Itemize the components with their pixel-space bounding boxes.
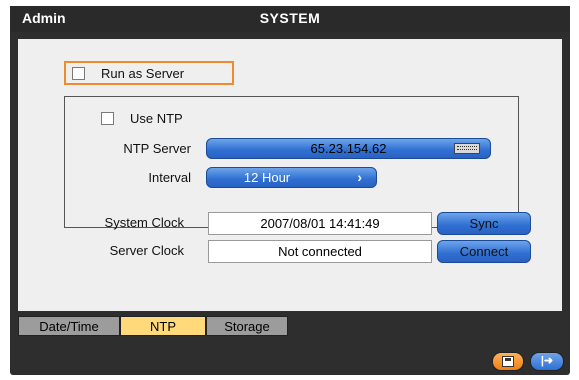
ntp-group: Use NTP NTP Server 65.23.154.62 Interval… (64, 96, 519, 228)
system-clock-field: 2007/08/01 14:41:49 (208, 212, 432, 235)
system-window: Admin SYSTEM Run as Server Use NTP NTP S… (10, 6, 570, 375)
title-bar: Admin SYSTEM (10, 6, 570, 32)
save-button[interactable] (492, 352, 524, 371)
tab-storage[interactable]: Storage (206, 316, 288, 336)
ntp-server-label: NTP Server (123, 141, 191, 156)
ntp-server-value: 65.23.154.62 (310, 141, 387, 156)
use-ntp-checkbox[interactable] (101, 112, 114, 125)
use-ntp-option[interactable]: Use NTP (101, 111, 183, 126)
server-clock-label: Server Clock (109, 243, 184, 258)
exit-icon: |➜ (540, 355, 554, 367)
run-as-server-label: Run as Server (101, 65, 185, 81)
use-ntp-label: Use NTP (130, 111, 183, 126)
run-as-server-option[interactable]: Run as Server (64, 61, 234, 85)
chevron-right-icon: › (357, 169, 362, 185)
settings-panel: Run as Server Use NTP NTP Server 65.23.1… (18, 39, 562, 311)
system-clock-label: System Clock (104, 215, 184, 230)
tab-date-time[interactable]: Date/Time (18, 316, 120, 336)
system-clock-value: 2007/08/01 14:41:49 (260, 216, 380, 231)
keyboard-icon[interactable] (454, 143, 480, 154)
sync-button[interactable]: Sync (437, 212, 531, 235)
ntp-server-field[interactable]: 65.23.154.62 (206, 138, 491, 159)
connect-button[interactable]: Connect (437, 240, 531, 263)
tab-bar: Date/Time NTP Storage (18, 316, 288, 336)
interval-select[interactable]: 12 Hour › (206, 167, 377, 188)
server-clock-field: Not connected (208, 240, 432, 263)
exit-button[interactable]: |➜ (530, 352, 564, 371)
window-title: SYSTEM (259, 10, 321, 26)
tab-ntp[interactable]: NTP (120, 316, 206, 336)
interval-value: 12 Hour (243, 170, 291, 185)
server-clock-value: Not connected (278, 244, 362, 259)
interval-label: Interval (148, 170, 191, 185)
run-as-server-checkbox[interactable] (72, 66, 85, 80)
save-icon (502, 356, 514, 367)
